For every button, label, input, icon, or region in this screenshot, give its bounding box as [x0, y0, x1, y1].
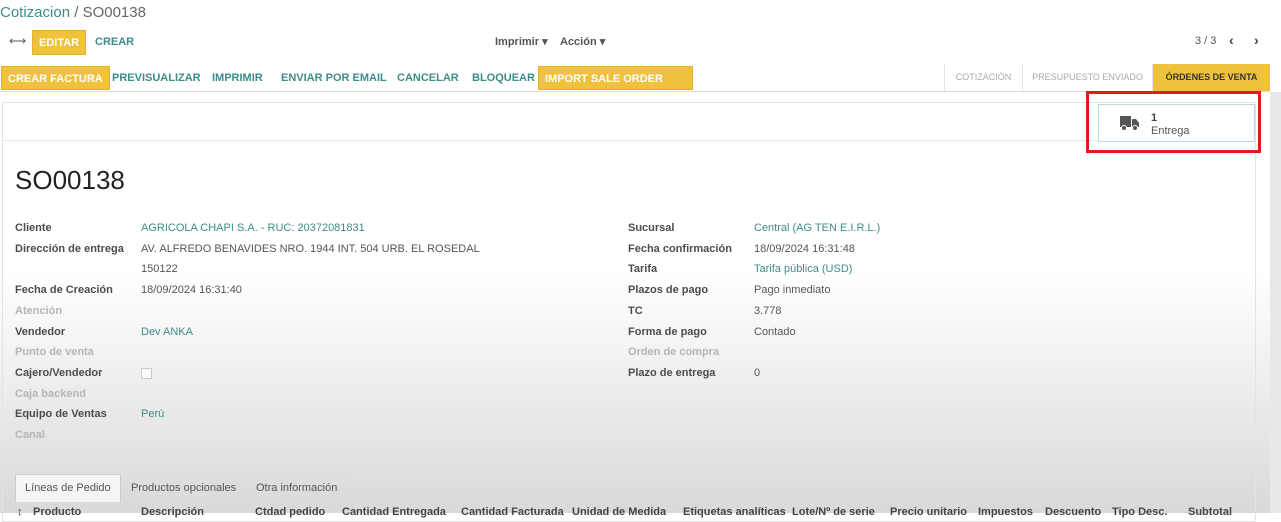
field-link[interactable]: Tarifa pública (USD) [754, 263, 852, 275]
field-label: Cliente [15, 222, 52, 234]
highlight-box [1086, 91, 1261, 153]
tab-order-lines[interactable]: Líneas de Pedido [15, 474, 121, 502]
field-value: Contado [754, 325, 796, 338]
pager-value: 3 / 3 [1195, 35, 1217, 47]
field-link[interactable]: Perú [141, 408, 164, 420]
field-value: 3.778 [754, 304, 782, 317]
expand-icon[interactable]: ⟷ [9, 34, 26, 48]
column-header[interactable]: Descuento [1045, 506, 1101, 518]
create-invoice-button[interactable]: Crear Factura [1, 66, 110, 90]
stage-sent[interactable]: Presupuesto enviado [1022, 64, 1152, 91]
field-label: Punto de venta [15, 346, 94, 359]
button-box: 1 Entrega [3, 103, 1255, 142]
field-label: Caja backend [15, 387, 86, 400]
column-header[interactable]: Etiquetas analíticas [683, 506, 786, 518]
form-background: 1 Entrega [0, 92, 1270, 522]
print-dropdown[interactable]: Imprimir ▾ [495, 35, 548, 48]
print-button[interactable]: Imprimir [206, 66, 269, 90]
send-email-button[interactable]: Enviar por Email [275, 66, 393, 90]
field-label: Plazos de pago [628, 284, 709, 297]
column-header[interactable]: Ctdad pedido [255, 506, 325, 518]
field-label: Dirección de entrega [15, 242, 124, 255]
column-header[interactable]: Descripción [141, 506, 204, 518]
column-header[interactable]: Cantidad Facturada [461, 506, 564, 518]
field-label: Forma de pago [628, 325, 707, 338]
column-header[interactable]: Cantidad Entregada [342, 506, 446, 518]
field-value: 150122 [141, 263, 178, 276]
edit-button[interactable]: Editar [32, 30, 87, 55]
tab-optional-products[interactable]: Productos opcionales [121, 474, 247, 502]
pager-prev-icon[interactable]: ‹ [1229, 32, 1234, 48]
field-label: Tarifa [628, 263, 658, 276]
import-lines-button[interactable]: Import Sale Order Lines [538, 66, 693, 109]
status-bar: Crear Factura Previsualizar Imprimir Env… [0, 64, 1270, 109]
field-label: Atención [15, 304, 63, 317]
tab-other-info[interactable]: Otra información [246, 474, 348, 502]
breadcrumb-current: SO00138 [82, 4, 146, 21]
stage-sale-order[interactable]: Órdenes de venta [1152, 64, 1270, 91]
field-value: 18/09/2024 16:31:48 [754, 242, 855, 255]
column-header[interactable]: Tipo Desc. [1112, 506, 1167, 518]
field-label: Plazo de entrega [628, 366, 716, 379]
field-label: Canal [15, 429, 45, 441]
field-label: Equipo de Ventas [15, 408, 107, 421]
field-value: AV. ALFREDO BENAVIDES NRO. 1944 INT. 504… [141, 242, 480, 255]
page-title: SO00138 [15, 165, 125, 195]
column-header[interactable]: Unidad de Medida [572, 506, 666, 518]
sequence-handle-icon: ↕ [17, 506, 23, 518]
scrollbar[interactable] [1270, 92, 1281, 513]
field-link[interactable]: Central (AG TEN E.I.R.L.) [754, 222, 880, 234]
preview-button[interactable]: Previsualizar [106, 66, 207, 90]
field-label: Fecha confirmación [628, 242, 732, 255]
cancel-button[interactable]: Cancelar [391, 66, 465, 90]
field-link[interactable]: AGRICOLA CHAPI S.A. - RUC: 20372081831 [141, 222, 365, 234]
stage-quotation[interactable]: Cotización [944, 64, 1022, 91]
breadcrumb-parent[interactable]: Cotizacion [0, 4, 70, 21]
column-header[interactable]: Precio unitario [890, 506, 967, 518]
field-link[interactable]: Dev ANKA [141, 326, 193, 338]
column-header[interactable]: Subtotal [1188, 506, 1232, 518]
action-dropdown[interactable]: Acción ▾ [560, 35, 605, 48]
column-header[interactable]: Lote/Nº de serie [792, 506, 875, 518]
field-label: Sucursal [628, 222, 675, 234]
field-value: 18/09/2024 16:31:40 [141, 284, 242, 297]
field-label: Orden de compra [628, 346, 720, 359]
field-value: 0 [754, 366, 761, 379]
create-button[interactable]: Crear [89, 30, 140, 54]
cashier-checkbox[interactable] [141, 367, 152, 379]
field-label: TC [628, 304, 643, 317]
field-label: Fecha de Creación [15, 284, 113, 297]
field-label: Vendedor [15, 325, 66, 338]
breadcrumb: Cotizacion / SO00138 [0, 4, 146, 21]
field-value: Pago inmediato [754, 284, 831, 297]
column-header[interactable]: Impuestos [978, 506, 1033, 518]
pager-next-icon[interactable]: › [1254, 32, 1259, 48]
field-label: Cajero/Vendedor [15, 366, 103, 379]
lock-button[interactable]: Bloquear [466, 66, 541, 90]
column-header[interactable]: Producto [33, 506, 81, 518]
